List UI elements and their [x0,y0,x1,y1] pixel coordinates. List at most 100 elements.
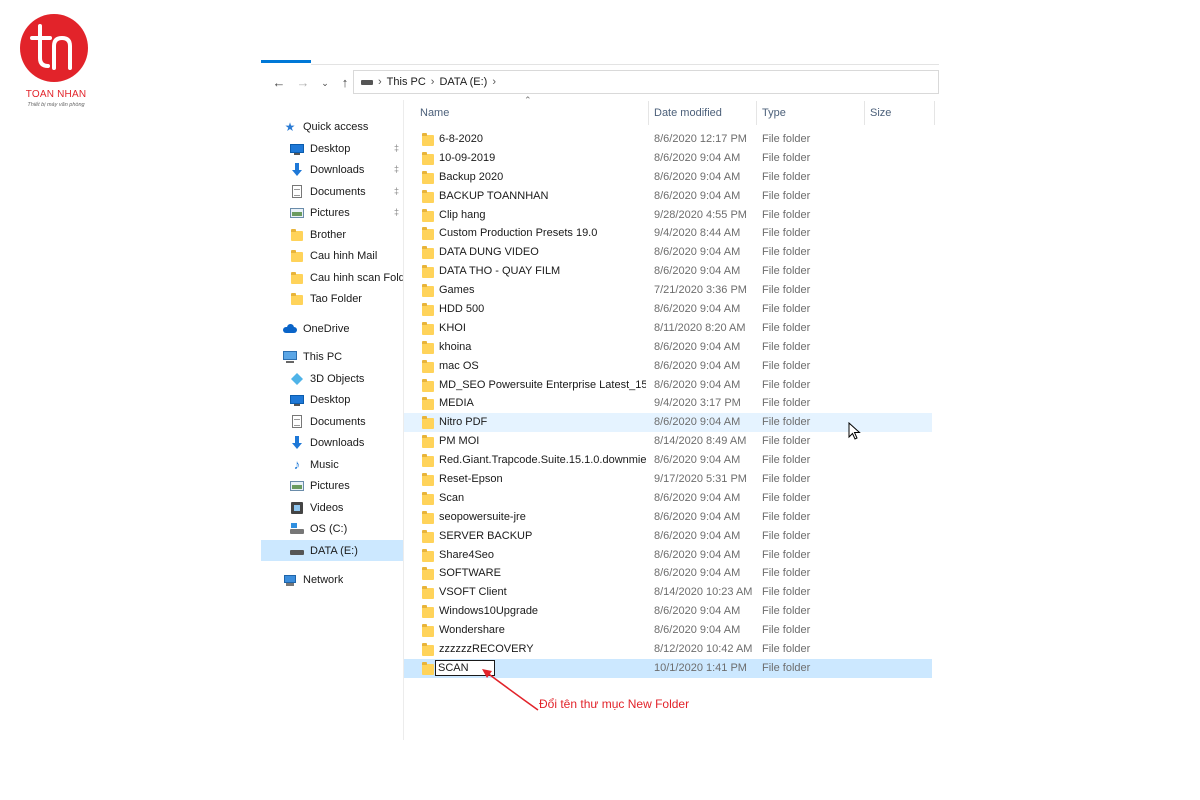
sidebar-item-downloads[interactable]: Downloads ‡ [261,159,403,180]
folder-icon [421,151,435,165]
pin-icon[interactable]: ‡ [394,164,399,174]
folder-icon [421,226,435,241]
breadcrumb-data-e[interactable]: DATA (E:) [439,76,487,88]
file-date-modified: 7/21/2020 3:36 PM [654,284,747,297]
sidebar-item-documents[interactable]: Documents ‡ [261,181,403,202]
file-name: 6-8-2020 [439,133,484,145]
table-row[interactable]: Share4Seo 8/6/2020 9:04 AM File folder [404,546,932,565]
file-type: File folder [762,510,811,523]
file-date-modified: 8/6/2020 9:04 AM [654,529,741,542]
sidebar-item-desktop[interactable]: Desktop ‡ [261,138,403,159]
sidebar-item-pictures[interactable]: Pictures [261,475,403,496]
sidebar-item-label: This PC [303,350,343,363]
folder-icon [421,585,435,600]
file-type: File folder [762,227,811,240]
table-row[interactable]: MD_SEO Powersuite Enterprise Latest_15..… [404,376,932,395]
sidebar-item-videos[interactable]: Videos [261,497,403,518]
table-row[interactable]: Custom Production Presets 19.0 9/4/2020 8… [404,224,932,243]
file-name: MEDIA [439,397,474,410]
file-name: mac OS [439,359,479,372]
file-type: File folder [762,246,811,259]
pin-icon[interactable]: ‡ [394,207,399,217]
file-date-modified: 8/6/2020 9:04 AM [654,416,741,429]
file-type: File folder [762,435,811,448]
file-name: HDD 500 [439,303,485,316]
pin-icon[interactable]: ‡ [394,186,399,196]
sidebar-item-downloads[interactable]: Downloads [261,432,403,453]
table-row[interactable]: 10-09-2019 8/6/2020 9:04 AM File folder [404,149,932,168]
table-row[interactable]: Backup 2020 8/6/2020 9:04 AM File folder [404,168,932,187]
column-header-type[interactable]: Type [756,97,864,125]
sidebar-item-label: Network [303,573,344,586]
table-row[interactable]: DATA DUNG VIDEO 8/6/2020 9:04 AM File fold… [404,243,932,262]
file-date-modified: 10/1/2020 1:41 PM [654,661,747,674]
column-header-name[interactable]: Name [414,97,644,125]
table-row[interactable]: Reset-Epson 9/17/2020 5:31 PM File folder [404,470,932,489]
table-row[interactable]: BACKUP TOANNHAN 8/6/2020 9:04 AM File fold… [404,187,932,206]
sidebar-item-cau-hinh-scan-folder[interactable]: Cau hinh scan Folder [261,267,403,288]
sidebar-item-desktop[interactable]: Desktop [261,389,403,410]
folder-icon [290,292,304,306]
file-name: MD_SEO Powersuite Enterprise Latest_15..… [439,378,646,391]
folder-icon [421,415,435,430]
sidebar-item-network[interactable]: Network [261,569,403,590]
table-row[interactable]: khoina 8/6/2020 9:04 AM File folder [404,338,932,357]
table-row[interactable]: Scan 8/6/2020 9:04 AM File folder [404,489,932,508]
file-type: File folder [762,208,811,221]
table-row[interactable]: 6-8-2020 8/6/2020 12:17 PM File folder [404,130,932,149]
column-header-date-modified[interactable]: Date modified [648,97,756,125]
table-row[interactable]: seopowersuite-jre 8/6/2020 9:04 AM File fo… [404,508,932,527]
file-type: File folder [762,151,811,164]
sidebar-item-quick-access[interactable]: ★ Quick access [261,116,403,137]
sidebar-item-pictures[interactable]: Pictures ‡ [261,202,403,223]
file-name: khoina [439,340,472,353]
sidebar-item-data-e[interactable]: DATA (E:) [261,540,403,561]
file-name: Share4Seo [439,548,495,561]
file-date-modified: 8/6/2020 9:04 AM [654,340,741,353]
column-separator[interactable] [934,101,935,125]
file-type: File folder [762,586,811,599]
breadcrumb-this-pc[interactable]: This PC [387,76,426,88]
table-row[interactable]: VSOFT Client 8/14/2020 10:23 AM File folde… [404,583,932,602]
table-row[interactable]: Clip hang 9/28/2020 4:55 PM File folder [404,206,932,225]
address-bar[interactable]: › This PC › DATA (E:) › [353,70,939,94]
table-row[interactable]: Windows10Upgrade 8/6/2020 9:04 AM File fol… [404,602,932,621]
folder-icon [421,264,435,279]
sidebar-item-tao-folder[interactable]: Tao Folder [261,288,403,309]
back-arrow-icon[interactable]: ← [269,73,289,93]
sidebar-item-cau-hinh-mail[interactable]: Cau hinh Mail [261,245,403,266]
table-row[interactable]: zzzzzzRECOVERY 8/12/2020 10:42 AM File fol… [404,640,932,659]
chevron-down-icon[interactable]: ⌄ [315,73,335,93]
folder-icon [290,271,304,285]
logo-tagline: Thiết bị máy văn phòng [27,102,85,108]
sidebar-item-label: Desktop [310,142,351,155]
table-row[interactable]: mac OS 8/6/2020 9:04 AM File folder [404,357,932,376]
forward-arrow-icon[interactable]: → [293,73,313,93]
folder-icon [421,453,435,468]
table-row[interactable]: Wondershare 8/6/2020 9:04 AM File folder [404,621,932,640]
table-row[interactable]: SERVER BACKUP 8/6/2020 9:04 AM File folder [404,527,932,546]
table-row[interactable]: MEDIA 9/4/2020 3:17 PM File folder [404,394,932,413]
sidebar-item-documents[interactable]: Documents [261,411,403,432]
table-row[interactable]: HDD 500 8/6/2020 9:04 AM File folder [404,300,932,319]
file-date-modified: 8/6/2020 9:04 AM [654,567,741,580]
sidebar-item-3d-objects[interactable]: 3D Objects [261,368,403,389]
file-type: File folder [762,548,811,561]
sidebar-item-onedrive[interactable]: OneDrive [261,318,403,339]
pin-icon[interactable]: ‡ [394,143,399,153]
star-icon: ★ [284,119,296,134]
sidebar-item-music[interactable]: ♪ Music [261,454,403,475]
sidebar-item-this-pc[interactable]: This PC [261,346,403,367]
table-row[interactable]: Red.Giant.Trapcode.Suite.15.1.0.downmie.… [404,451,932,470]
table-row[interactable]: Games 7/21/2020 3:36 PM File folder [404,281,932,300]
table-row[interactable]: SOFTWARE 8/6/2020 9:04 AM File folder [404,564,932,583]
table-row[interactable]: DATA THO - QUAY FILM 8/6/2020 9:04 AM File… [404,262,932,281]
file-rows: 6-8-2020 8/6/2020 12:17 PM File folder 10-0… [404,130,939,678]
folder-icon [421,623,435,638]
sidebar-item-brother[interactable]: Brother [261,224,403,245]
file-date-modified: 9/4/2020 3:17 PM [654,397,741,410]
up-arrow-icon[interactable]: ↑ [335,73,355,93]
table-row[interactable]: KHOI 8/11/2020 8:20 AM File folder [404,319,932,338]
column-header-size[interactable]: Size [864,97,934,125]
sidebar-item-os-c[interactable]: OS (C:) [261,518,403,539]
